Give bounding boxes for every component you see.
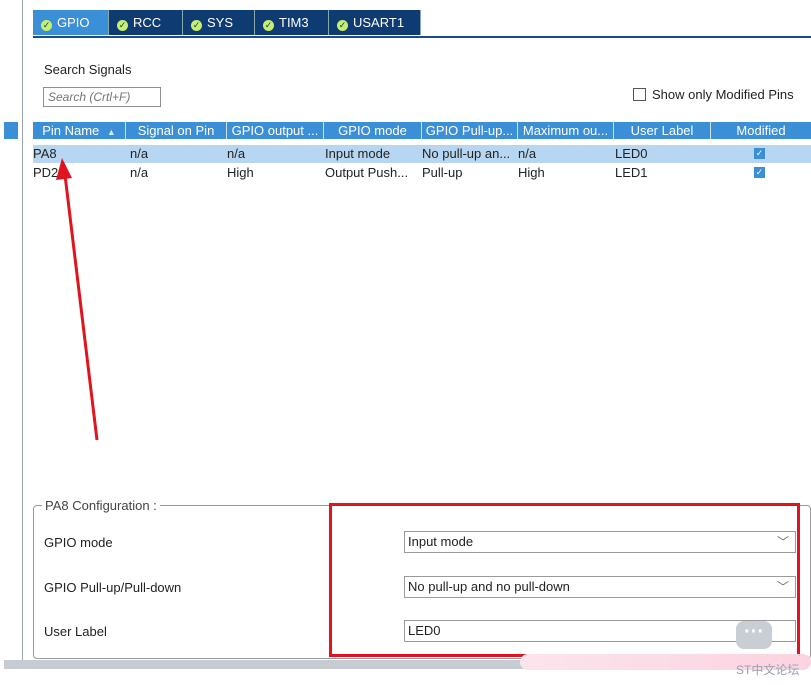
arrow-shaft [63, 174, 99, 441]
chat-bubble-icon: ··· [736, 621, 772, 649]
gpio-pull-label: GPIO Pull-up/Pull-down [44, 580, 182, 595]
arrow-head [56, 158, 72, 180]
annotation-highlight-box [329, 503, 800, 657]
configuration-legend: PA8 Configuration : [42, 498, 160, 513]
user-label-label: User Label [44, 624, 107, 639]
gpio-mode-label: GPIO mode [44, 535, 113, 550]
horizontal-scrollbar[interactable] [4, 660, 524, 669]
forum-watermark: ST中文论坛 [736, 663, 800, 677]
